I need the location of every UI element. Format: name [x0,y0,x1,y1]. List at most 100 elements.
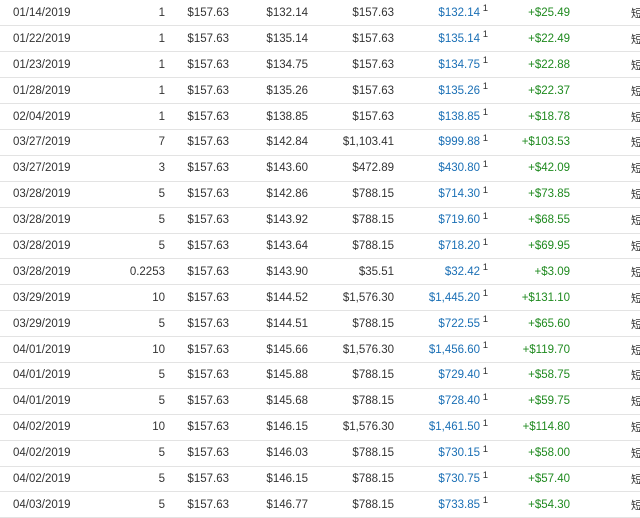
cost-basis-text[interactable]: $32.42 [445,266,480,278]
quantity-text: 10 [152,343,165,356]
quantity-cell: 1 [113,77,165,105]
acquired-date-text: 03/27/2019 [13,136,71,149]
holding-term-cell: 短期 [570,440,640,467]
cost-basis-link[interactable]: $730.75 1 [394,466,488,493]
cost-basis-text[interactable]: $730.15 [438,447,480,459]
cost-basis-text[interactable]: $1,445.20 [429,292,480,304]
cost-basis-text[interactable]: $138.85 [438,111,480,123]
cost-basis-text[interactable]: $135.26 [438,85,480,97]
cost-per-share-text: $134.75 [266,58,308,71]
acquired-date-cell: 04/01/2019 [0,388,113,415]
cost-basis-text[interactable]: $733.85 [438,499,480,511]
cost-basis-text[interactable]: $728.40 [438,395,480,407]
current-price-text: $157.63 [187,58,229,71]
table-row: 02/04/2019 1 $157.63 $138.85 $157.63 $138.85 1… [0,103,640,130]
footnote-marker: 1 [482,3,488,14]
cost-basis-link[interactable]: $729.40 1 [394,362,488,389]
quantity-text: 7 [158,136,165,149]
holding-term-cell: 短期 [570,284,640,312]
quantity-cell: 5 [113,207,165,234]
cost-basis-text[interactable]: $430.80 [438,162,480,174]
cost-basis-link[interactable]: $730.15 1 [394,440,488,467]
cost-basis-link[interactable]: $135.14 1 [394,25,488,53]
cost-basis-text[interactable]: $132.14 [438,7,480,19]
gain-loss-cell: +$57.40 [480,466,570,493]
market-value-cell: $788.15 [308,440,394,467]
cost-per-share-cell: $146.03 [229,440,308,467]
gain-loss-cell: +$18.78 [480,103,570,130]
cost-basis-text[interactable]: $1,456.60 [429,344,480,356]
cost-basis-link[interactable]: $138.85 1 [394,103,488,130]
current-price-text: $157.63 [187,162,229,175]
market-value-cell: $788.15 [308,233,394,260]
current-price-cell: $157.63 [165,284,229,312]
cost-basis-link[interactable]: $718.20 1 [394,233,488,260]
cost-basis-link[interactable]: $714.30 1 [394,181,488,208]
market-value-cell: $1,576.30 [308,336,394,363]
holding-term-text: 短期 [631,447,640,461]
quantity-text: 5 [158,447,165,460]
quantity-text: 1 [158,110,165,123]
footnote-marker: 1 [482,443,488,455]
cost-basis-text[interactable]: $1,461.50 [429,421,480,433]
current-price-text: $157.63 [187,214,229,227]
cost-basis-text[interactable]: $135.14 [438,33,480,45]
cost-per-share-text: $144.51 [266,317,308,330]
cost-basis-text[interactable]: $729.40 [438,369,480,381]
holding-term-text: 短期 [631,472,640,486]
cost-basis-text[interactable]: $718.20 [438,240,480,252]
cost-basis-text[interactable]: $730.75 [438,473,480,485]
cost-basis-link[interactable]: $1,461.50 1 [394,414,488,441]
market-value-text: $157.63 [352,32,394,45]
cost-basis-link[interactable]: $135.26 1 [394,77,488,105]
cost-basis-link[interactable]: $999.88 1 [394,129,488,156]
acquired-date-text: 04/02/2019 [13,472,71,485]
market-value-cell: $1,576.30 [308,284,394,312]
market-value-cell: $157.63 [308,0,394,27]
cost-basis-link[interactable]: $1,445.20 1 [394,284,488,312]
current-price-text: $157.63 [187,84,229,97]
current-price-text: $157.63 [187,395,229,408]
cost-basis-link[interactable]: $733.85 1 [394,491,488,518]
current-price-cell: $157.63 [165,336,229,363]
cost-per-share-text: $144.52 [266,291,308,304]
cost-basis-link[interactable]: $722.55 1 [394,310,488,338]
cost-basis-text[interactable]: $722.55 [438,318,480,330]
quantity-cell: 10 [113,414,165,441]
holding-term-cell: 短期 [570,129,640,156]
current-price-cell: $157.63 [165,77,229,105]
cost-basis-link[interactable]: $132.14 1 [394,0,488,27]
acquired-date-cell: 04/01/2019 [0,336,113,363]
cost-per-share-text: $146.03 [266,447,308,460]
gain-loss-text: +$65.60 [528,317,570,330]
holding-term-text: 短期 [631,162,640,176]
acquired-date-cell: 04/02/2019 [0,414,113,441]
cost-basis-text[interactable]: $999.88 [438,136,480,148]
cost-per-share-cell: $144.51 [229,310,308,338]
cost-basis-link[interactable]: $719.60 1 [394,207,488,234]
cost-basis-link[interactable]: $430.80 1 [394,155,488,182]
holding-term-cell: 短期 [570,181,640,208]
current-price-cell: $157.63 [165,258,229,286]
quantity-cell: 5 [113,310,165,338]
footnote-marker: 1 [482,365,488,377]
gain-loss-cell: +$59.75 [480,388,570,415]
cost-basis-link[interactable]: $32.42 1 [394,258,488,286]
cost-basis-text[interactable]: $714.30 [438,188,480,200]
cost-basis-text[interactable]: $719.60 [438,214,480,226]
quantity-text: 1 [158,6,165,19]
current-price-cell: $157.63 [165,440,229,467]
acquired-date-text: 01/23/2019 [13,58,71,71]
quantity-text: 0.2253 [129,265,165,278]
quantity-cell: 5 [113,388,165,415]
footnote-marker: 1 [482,262,488,274]
gain-loss-cell: +$58.75 [480,362,570,389]
cost-per-share-cell: $135.14 [229,25,308,53]
cost-basis-link[interactable]: $1,456.60 1 [394,336,488,363]
quantity-text: 5 [158,472,165,485]
cost-basis-link[interactable]: $728.40 1 [394,388,488,415]
cost-basis-text[interactable]: $134.75 [438,59,480,71]
gain-loss-cell: +$22.37 [480,77,570,105]
cost-basis-link[interactable]: $134.75 1 [394,51,488,79]
quantity-cell: 5 [113,181,165,208]
